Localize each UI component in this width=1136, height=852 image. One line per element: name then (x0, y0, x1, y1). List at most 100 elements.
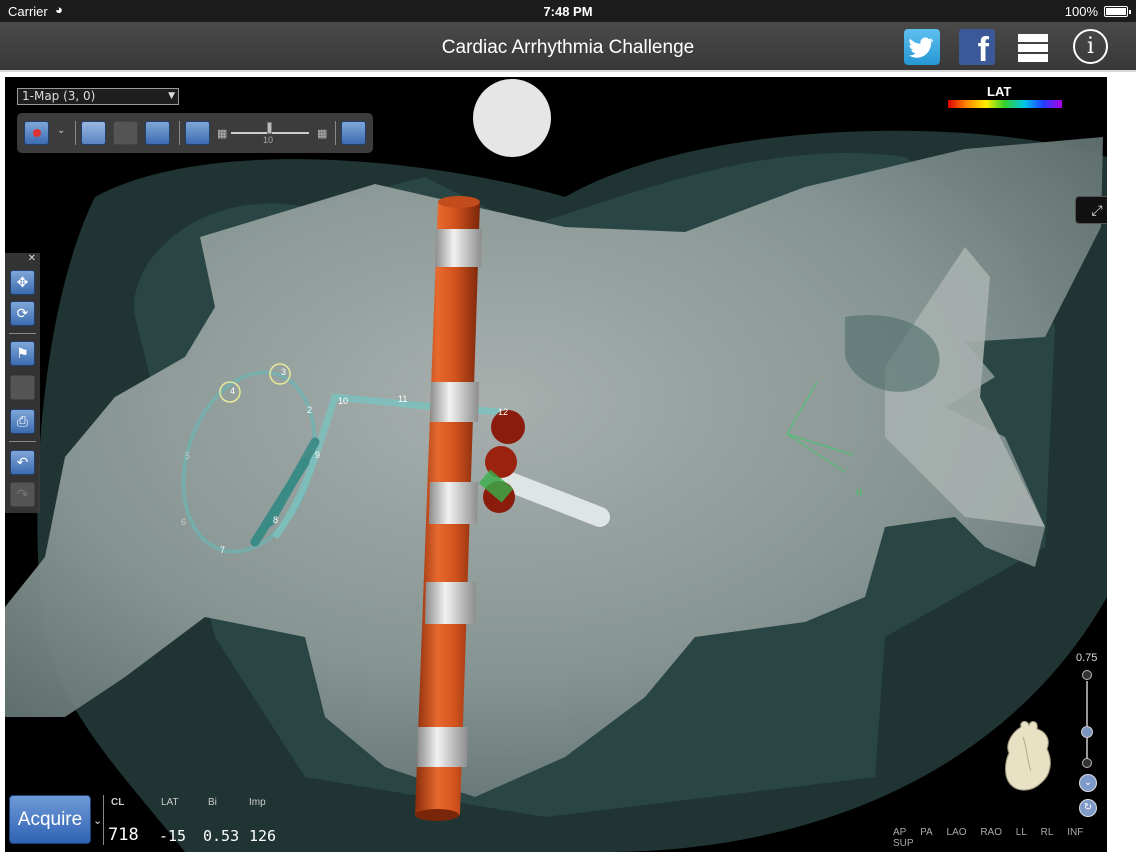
facebook-button[interactable]: f (959, 29, 995, 65)
catheter-view-button[interactable] (81, 121, 106, 145)
zoom-out-icon[interactable] (1082, 758, 1092, 768)
readout-label-imp: Imp (249, 797, 266, 808)
zoom-slider-track[interactable] (1086, 681, 1088, 761)
toolbar-divider (335, 121, 336, 145)
view-pa[interactable]: PA (920, 827, 933, 838)
electrode-band (425, 582, 476, 624)
resolution-value: 10 (263, 135, 274, 145)
zoom-in-icon[interactable] (1082, 670, 1092, 680)
expand-button[interactable]: ⌄ (1079, 774, 1097, 792)
view-lao[interactable]: LAO (947, 827, 967, 838)
record-icon (33, 129, 41, 137)
menu-icon (1018, 34, 1048, 42)
readout-value-bi: 0.53 (203, 827, 240, 845)
move-button[interactable]: ✥ (10, 270, 35, 295)
window-button[interactable] (341, 121, 366, 145)
rotate-button[interactable]: ⟳ (10, 301, 35, 326)
toolbar-divider (9, 441, 36, 442)
toolbar-divider (9, 333, 36, 334)
redo-icon: ↷ (16, 486, 29, 502)
zoom-slider-knob[interactable] (1081, 726, 1093, 738)
status-bar: Carrier ◕ 7:48 PM 100% (0, 0, 1136, 22)
rotate-icon: ⟳ (16, 305, 29, 321)
menu-icon-bar (1018, 44, 1048, 52)
navigation-toolbar: ✕ ✥ ⟳ ⚑ ⎙ ↶ ↷ (5, 253, 40, 513)
electrode-band (430, 382, 479, 422)
chevron-down-icon: ⌄ (1083, 777, 1093, 788)
menu-icon-bar (1018, 54, 1048, 62)
readout-label-cl: CL (111, 797, 125, 808)
readout-divider (103, 795, 104, 845)
electrode-label: 4 (230, 386, 236, 396)
view-inf[interactable]: INF (1067, 827, 1083, 838)
readout-label-bi: Bi (208, 797, 217, 808)
flag-button[interactable]: ⚑ (10, 341, 35, 366)
redo-button[interactable]: ↷ (10, 482, 35, 507)
toolbar-divider (75, 121, 76, 145)
battery-percent: 100% (1064, 4, 1098, 19)
orientation-disc[interactable] (473, 79, 551, 157)
fullscreen-button[interactable]: ⤢ (1075, 196, 1107, 224)
print-button[interactable]: ⎙ (10, 409, 35, 434)
flag-icon: ⚑ (16, 345, 29, 361)
fullscreen-icon: ⤢ (1091, 202, 1103, 218)
readout-value-lat: -15 (159, 827, 187, 845)
view-ll[interactable]: LL (1016, 827, 1027, 838)
grid-view-button[interactable] (185, 121, 210, 145)
menu-button[interactable] (1017, 29, 1053, 65)
grid-small-icon: ▦ (217, 128, 228, 140)
annotation-tool-button[interactable] (145, 121, 170, 145)
info-icon: i (1086, 34, 1095, 59)
move-icon: ✥ (16, 274, 29, 290)
electrode-label: 11 (398, 394, 408, 404)
zoom-value: 0.75 (1076, 652, 1098, 664)
map-select[interactable]: 1-Map (3, 0) ▼ (17, 88, 179, 105)
lat-legend-label: LAT (987, 84, 1012, 99)
clock: 7:48 PM (543, 4, 593, 19)
electrode-label: 9 (315, 450, 321, 460)
axis-label: R (856, 488, 863, 498)
chevron-down-icon[interactable]: ⌄ (93, 814, 102, 827)
acquire-button[interactable]: Acquire (9, 795, 91, 844)
print-icon: ⎙ (16, 413, 29, 429)
reset-icon: ↻ (1083, 802, 1093, 813)
readout-value-cl: 718 (108, 825, 139, 845)
record-button[interactable] (24, 121, 49, 145)
disabled-nav-button[interactable] (10, 375, 35, 400)
twitter-button[interactable] (904, 29, 940, 65)
toolbar-divider (179, 121, 180, 145)
map-select-value: 1-Map (3, 0) (22, 89, 96, 103)
battery-icon (1104, 6, 1131, 17)
nav-bar: Cardiac Arrhythmia Challenge f i (0, 22, 1136, 72)
reset-view-button[interactable]: ↻ (1079, 799, 1097, 817)
undo-button[interactable]: ↶ (10, 450, 35, 475)
view-rao[interactable]: RAO (980, 827, 1002, 838)
view-ap[interactable]: AP (893, 827, 906, 838)
disabled-tool-button[interactable] (113, 121, 138, 145)
view-rl[interactable]: RL (1041, 827, 1054, 838)
electrode-label: 6 (181, 517, 187, 527)
electrode-band (417, 727, 468, 767)
twitter-icon (909, 37, 934, 58)
readout-label-lat: LAT (161, 797, 179, 808)
electrode-band (429, 482, 478, 524)
view-orientation-bar: AP PA LAO RAO LL RL INF SUP (893, 827, 1107, 849)
view-sup[interactable]: SUP (893, 838, 914, 849)
map-toolbar: ⌄ ▦ 10 ▦ (17, 113, 373, 153)
close-icon[interactable]: ✕ (28, 253, 36, 264)
cs-catheter-cap (438, 196, 480, 208)
chevron-down-icon[interactable]: ⌄ (57, 125, 65, 136)
electrode-label: 8 (273, 515, 279, 525)
undo-icon: ↶ (16, 454, 29, 470)
3d-map-viewport[interactable]: 3 4 2 10 11 12 9 8 7 6 5 R 1-Map (3, 0) … (5, 77, 1107, 852)
electrode-label: 2 (307, 405, 313, 415)
readout-value-imp: 126 (249, 827, 277, 845)
heart-chamber-rendering (5, 130, 1107, 852)
heart-orientation-icon[interactable] (1001, 717, 1059, 797)
electrode-label: 10 (338, 396, 349, 406)
resolution-slider-knob[interactable] (267, 122, 272, 134)
info-button[interactable]: i (1073, 29, 1108, 64)
electrode-label: 5 (185, 451, 191, 461)
cs-catheter-end (415, 809, 459, 821)
lat-color-scale (948, 100, 1062, 108)
